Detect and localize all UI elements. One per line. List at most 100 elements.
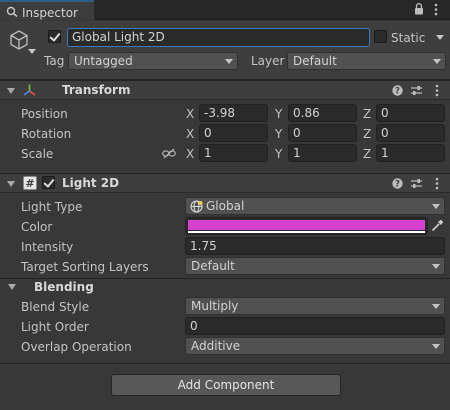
rotation-x-field[interactable]: 0 <box>199 124 268 142</box>
intensity-field[interactable]: 1.75 <box>185 237 445 255</box>
script-hash-icon: # <box>23 176 37 190</box>
preset-sliders-icon[interactable] <box>411 85 422 96</box>
position-z-value: 0 <box>381 106 389 120</box>
tab-label: Inspector <box>22 6 78 20</box>
scale-z-axis-label[interactable]: Z <box>363 147 371 161</box>
scale-label: Scale <box>21 147 54 161</box>
light-order-field[interactable]: 0 <box>185 317 445 335</box>
position-y-field[interactable]: 0.86 <box>288 104 357 122</box>
gameobject-active-checkbox[interactable] <box>48 30 61 43</box>
blending-section-title[interactable]: Blending <box>34 280 94 294</box>
rotation-x-axis-label[interactable]: X <box>186 127 194 141</box>
rotation-z-value: 0 <box>381 126 389 140</box>
help-icon[interactable]: ? <box>392 85 403 97</box>
transform-axes-icon <box>22 83 37 98</box>
constrain-proportions-link-icon[interactable] <box>162 148 176 159</box>
eyedropper-icon[interactable] <box>431 219 444 232</box>
overlap-operation-value: Additive <box>191 339 241 353</box>
foldout-arrow-icon[interactable] <box>7 181 15 187</box>
tab-inspector[interactable]: Inspector <box>0 0 94 20</box>
blend-style-dropdown[interactable]: Multiply <box>185 297 445 315</box>
add-component-button[interactable]: Add Component <box>111 374 341 396</box>
color-swatch-field[interactable] <box>185 217 428 235</box>
scale-z-field[interactable]: 1 <box>376 144 445 162</box>
svg-text:#: # <box>25 177 34 190</box>
layer-label: Layer <box>251 54 285 68</box>
position-x-field[interactable]: -3.98 <box>199 104 268 122</box>
scale-y-value: 1 <box>293 146 301 160</box>
globe-icon <box>190 200 203 213</box>
chevron-down-icon <box>432 204 440 209</box>
scale-y-axis-label[interactable]: Y <box>275 147 282 161</box>
component-menu-icon[interactable] <box>434 177 440 190</box>
light-type-label: Light Type <box>21 200 83 214</box>
position-z-axis-label[interactable]: Z <box>363 107 371 121</box>
preset-sliders-icon[interactable] <box>411 178 422 189</box>
svg-text:?: ? <box>395 87 400 96</box>
scale-x-axis-label[interactable]: X <box>186 147 194 161</box>
light2d-header[interactable]: # Light 2D ? <box>0 173 450 193</box>
rotation-y-axis-label[interactable]: Y <box>275 127 282 141</box>
component-menu-icon[interactable] <box>434 84 440 97</box>
gameobject-name-field[interactable]: Global Light 2D <box>67 28 370 47</box>
gameobject-name-value: Global Light 2D <box>72 30 165 44</box>
scale-x-value: 1 <box>204 146 212 160</box>
layer-value: Default <box>293 54 337 68</box>
blend-style-value: Multiply <box>191 299 239 313</box>
tag-dropdown[interactable]: Untagged <box>68 52 238 70</box>
position-y-axis-label[interactable]: Y <box>275 107 282 121</box>
target-sorting-layers-dropdown[interactable]: Default <box>185 257 445 275</box>
lock-icon[interactable] <box>414 3 424 15</box>
light2d-enabled-checkbox[interactable] <box>42 176 55 189</box>
chevron-down-icon <box>432 344 440 349</box>
inspector-icon <box>6 6 18 18</box>
color-alpha-bar <box>188 231 425 233</box>
overlap-operation-label: Overlap Operation <box>21 340 132 354</box>
rotation-y-field[interactable]: 0 <box>288 124 357 142</box>
position-z-field[interactable]: 0 <box>376 104 445 122</box>
light-type-dropdown[interactable]: Global <box>185 197 445 215</box>
more-options-icon[interactable] <box>433 3 439 16</box>
foldout-arrow-icon[interactable] <box>7 88 15 94</box>
light-type-value: Global <box>206 199 245 213</box>
blending-divider <box>0 278 450 279</box>
static-checkbox[interactable] <box>374 30 387 43</box>
blending-foldout-arrow-icon[interactable] <box>8 284 16 290</box>
chevron-down-icon <box>432 264 440 269</box>
chevron-down-icon <box>433 59 441 64</box>
position-label: Position <box>21 107 68 121</box>
static-label: Static <box>391 31 426 45</box>
scale-x-field[interactable]: 1 <box>199 144 268 162</box>
target-sorting-layers-value: Default <box>191 259 235 273</box>
rotation-label: Rotation <box>21 127 72 141</box>
rotation-z-axis-label[interactable]: Z <box>363 127 371 141</box>
light-order-label: Light Order <box>21 320 89 334</box>
components-end-divider <box>0 363 450 364</box>
intensity-label: Intensity <box>21 240 74 254</box>
position-x-value: -3.98 <box>204 106 236 120</box>
scale-y-field[interactable]: 1 <box>288 144 357 162</box>
transform-title: Transform <box>62 83 131 97</box>
chevron-down-icon <box>225 59 233 64</box>
static-dropdown-chevron-icon[interactable] <box>436 35 444 40</box>
svg-text:?: ? <box>395 180 400 189</box>
help-icon[interactable]: ? <box>392 178 403 190</box>
target-sorting-layers-label: Target Sorting Layers <box>21 260 149 274</box>
add-component-label: Add Component <box>177 378 275 392</box>
rotation-y-value: 0 <box>293 126 301 140</box>
tag-value: Untagged <box>74 54 133 68</box>
intensity-value: 1.75 <box>190 239 217 253</box>
rotation-x-value: 0 <box>204 126 212 140</box>
scale-z-value: 1 <box>381 146 389 160</box>
gameobject-cube-icon[interactable] <box>8 29 30 51</box>
color-swatch <box>188 220 425 230</box>
layer-dropdown[interactable]: Default <box>287 52 446 70</box>
chevron-down-icon <box>432 304 440 309</box>
transform-header[interactable]: Transform ? <box>0 80 450 100</box>
light-order-value: 0 <box>190 319 198 333</box>
position-x-axis-label[interactable]: X <box>186 107 194 121</box>
position-y-value: 0.86 <box>293 106 320 120</box>
rotation-z-field[interactable]: 0 <box>376 124 445 142</box>
overlap-operation-dropdown[interactable]: Additive <box>185 337 445 355</box>
icon-dropdown-chevron-icon[interactable] <box>28 49 36 54</box>
